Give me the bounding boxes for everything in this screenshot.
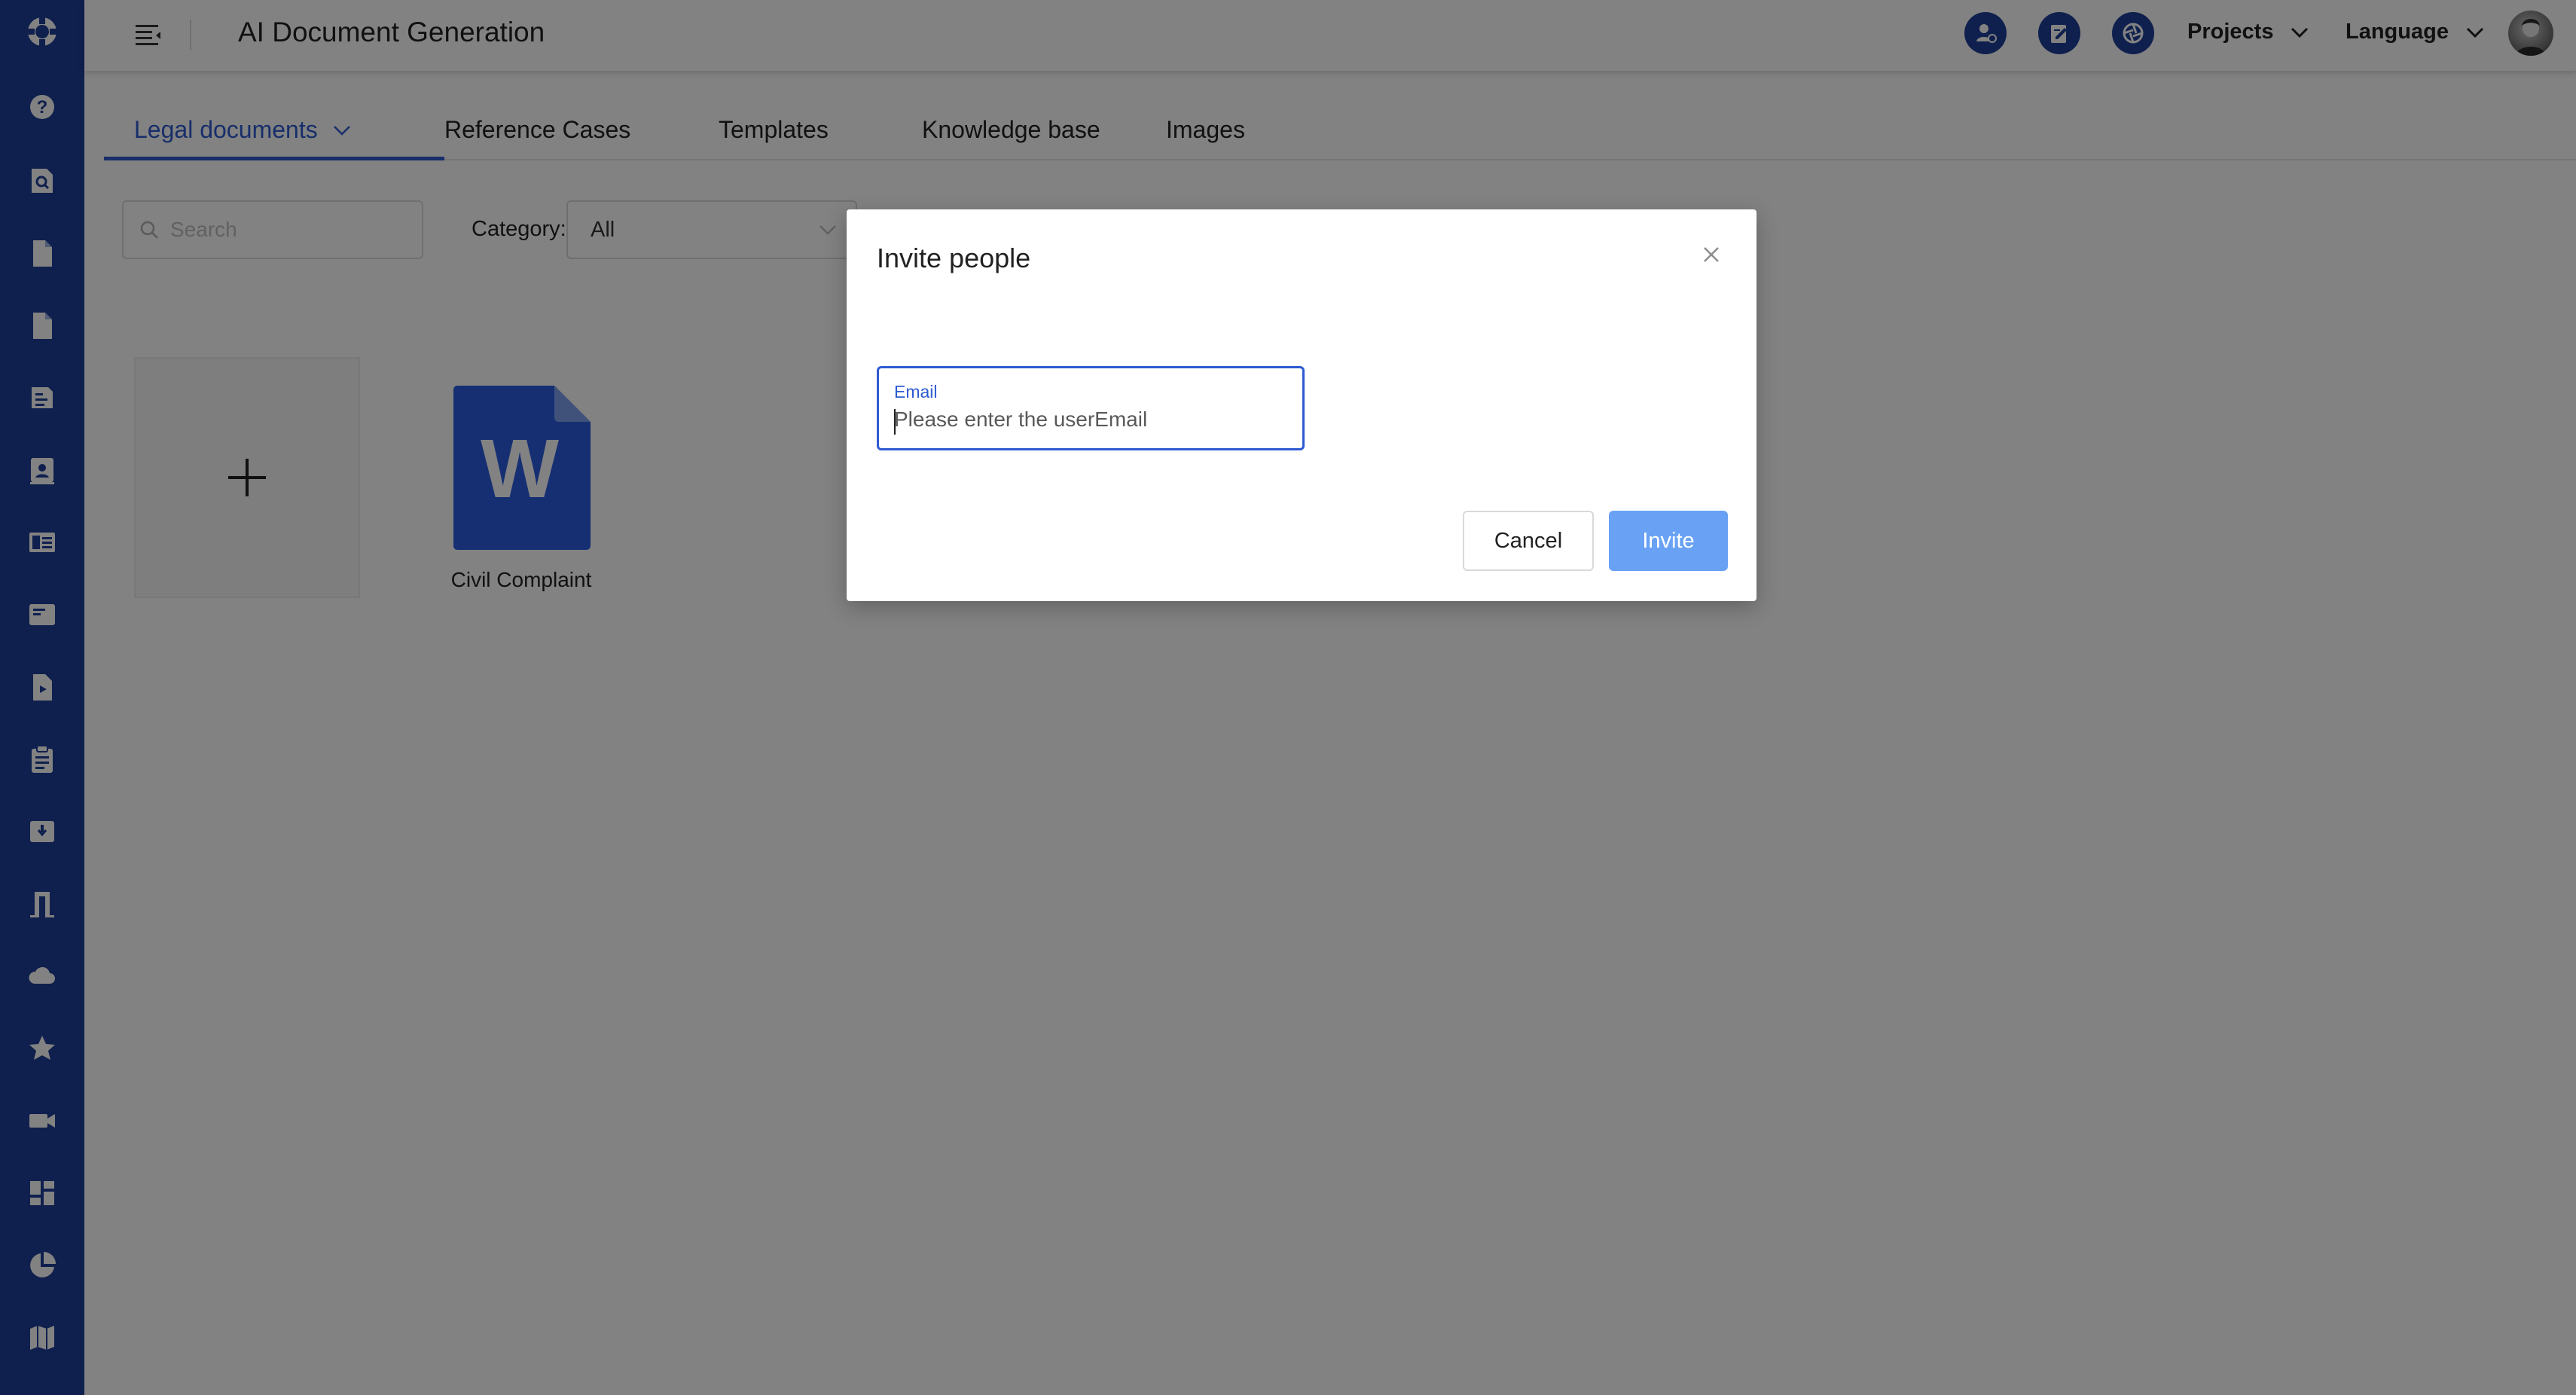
invite-people-dialog: Invite people Email Cancel Invite bbox=[847, 209, 1757, 601]
close-icon[interactable] bbox=[1698, 241, 1725, 268]
text-caret bbox=[894, 409, 896, 435]
dialog-title: Invite people bbox=[877, 243, 1031, 273]
email-input[interactable] bbox=[894, 408, 1286, 432]
invite-button[interactable]: Invite bbox=[1609, 511, 1728, 571]
cancel-button[interactable]: Cancel bbox=[1463, 511, 1594, 571]
email-field[interactable]: Email bbox=[877, 366, 1305, 450]
email-label: Email bbox=[894, 382, 938, 401]
